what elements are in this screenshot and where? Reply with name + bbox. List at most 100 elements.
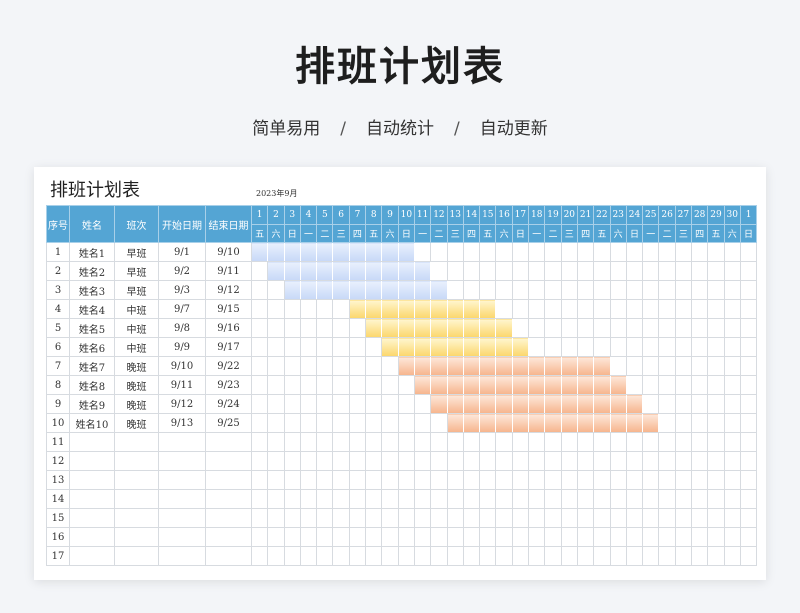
- day-cell[interactable]: [723, 375, 741, 395]
- shift-cell[interactable]: [114, 489, 159, 509]
- name-cell[interactable]: [69, 546, 115, 566]
- row-number-cell[interactable]: 6: [46, 337, 70, 357]
- name-cell[interactable]: [69, 432, 115, 452]
- day-cell[interactable]: [723, 432, 741, 452]
- schedule-bar-cell[interactable]: [381, 337, 399, 357]
- day-cell[interactable]: [267, 375, 285, 395]
- day-cell[interactable]: [593, 299, 611, 319]
- day-cell[interactable]: [691, 432, 709, 452]
- schedule-bar-cell[interactable]: [430, 375, 448, 395]
- day-cell[interactable]: [479, 489, 497, 509]
- day-cell[interactable]: [397, 375, 415, 395]
- day-cell[interactable]: [267, 470, 285, 490]
- day-cell[interactable]: [625, 299, 644, 319]
- day-cell[interactable]: [560, 432, 578, 452]
- day-cell[interactable]: [593, 432, 611, 452]
- schedule-bar-cell[interactable]: [463, 356, 480, 376]
- day-cell[interactable]: [739, 356, 758, 376]
- day-cell[interactable]: [348, 508, 367, 528]
- day-cell[interactable]: [479, 451, 497, 471]
- day-cell[interactable]: [316, 375, 334, 395]
- day-cell[interactable]: [250, 413, 269, 433]
- end-date-cell[interactable]: 9/24: [205, 394, 252, 414]
- day-cell[interactable]: [560, 280, 578, 300]
- day-cell[interactable]: [348, 527, 367, 547]
- day-cell[interactable]: [691, 318, 709, 338]
- day-cell[interactable]: [576, 470, 595, 490]
- day-cell[interactable]: [511, 280, 530, 300]
- day-cell[interactable]: [365, 394, 383, 414]
- day-cell[interactable]: [658, 318, 676, 338]
- day-cell[interactable]: [479, 508, 497, 528]
- day-cell[interactable]: [560, 318, 578, 338]
- day-cell[interactable]: [365, 451, 383, 471]
- day-cell[interactable]: [283, 527, 301, 547]
- day-cell[interactable]: [283, 470, 301, 490]
- name-cell[interactable]: 姓名10: [69, 413, 115, 433]
- schedule-bar-cell[interactable]: [463, 413, 480, 433]
- day-cell[interactable]: [642, 470, 660, 490]
- day-cell[interactable]: [250, 432, 269, 452]
- day-cell[interactable]: [495, 489, 513, 509]
- day-cell[interactable]: [625, 280, 644, 300]
- day-cell[interactable]: [250, 375, 269, 395]
- day-cell[interactable]: [625, 451, 644, 471]
- day-cell[interactable]: [609, 318, 627, 338]
- start-date-cell[interactable]: [158, 508, 206, 528]
- day-cell[interactable]: [299, 394, 318, 414]
- day-cell[interactable]: [707, 394, 725, 414]
- schedule-bar-cell[interactable]: [381, 280, 399, 300]
- day-cell[interactable]: [267, 432, 285, 452]
- day-cell[interactable]: [528, 432, 546, 452]
- schedule-bar-cell[interactable]: [316, 280, 333, 300]
- start-date-cell[interactable]: 9/7: [158, 299, 206, 319]
- name-cell[interactable]: [69, 508, 115, 528]
- day-cell[interactable]: [560, 299, 578, 319]
- day-cell[interactable]: [365, 413, 383, 433]
- day-cell[interactable]: [674, 546, 693, 566]
- day-cell[interactable]: [544, 470, 562, 490]
- schedule-bar-cell[interactable]: [561, 413, 578, 433]
- day-cell[interactable]: [625, 527, 644, 547]
- day-cell[interactable]: [348, 432, 367, 452]
- day-cell[interactable]: [267, 337, 285, 357]
- day-cell[interactable]: [283, 508, 301, 528]
- day-cell[interactable]: [544, 527, 562, 547]
- day-cell[interactable]: [316, 508, 334, 528]
- day-cell[interactable]: [283, 337, 301, 357]
- day-cell[interactable]: [413, 527, 432, 547]
- day-cell[interactable]: [446, 432, 464, 452]
- day-cell[interactable]: [267, 451, 285, 471]
- day-cell[interactable]: [250, 546, 269, 566]
- day-cell[interactable]: [528, 299, 546, 319]
- day-cell[interactable]: [283, 413, 301, 433]
- day-cell[interactable]: [528, 470, 546, 490]
- day-cell[interactable]: [560, 337, 578, 357]
- day-cell[interactable]: [462, 451, 481, 471]
- day-cell[interactable]: [707, 508, 725, 528]
- schedule-bar-cell[interactable]: [626, 394, 643, 414]
- day-cell[interactable]: [365, 337, 383, 357]
- start-date-cell[interactable]: 9/2: [158, 261, 206, 281]
- day-cell[interactable]: [479, 470, 497, 490]
- day-cell[interactable]: [511, 242, 530, 262]
- schedule-bar-cell[interactable]: [447, 356, 464, 376]
- day-cell[interactable]: [381, 489, 399, 509]
- day-cell[interactable]: [528, 546, 546, 566]
- schedule-bar-cell[interactable]: [430, 356, 448, 376]
- day-cell[interactable]: [691, 546, 709, 566]
- schedule-bar-cell[interactable]: [544, 356, 562, 376]
- schedule-bar-cell[interactable]: [414, 280, 431, 300]
- day-cell[interactable]: [528, 489, 546, 509]
- name-cell[interactable]: 姓名3: [69, 280, 115, 300]
- day-cell[interactable]: [674, 394, 693, 414]
- schedule-bar-cell[interactable]: [593, 394, 611, 414]
- day-cell[interactable]: [609, 508, 627, 528]
- day-cell[interactable]: [250, 337, 269, 357]
- schedule-bar-cell[interactable]: [495, 318, 513, 338]
- day-cell[interactable]: [332, 508, 350, 528]
- shift-cell[interactable]: 中班: [114, 299, 159, 319]
- row-number-cell[interactable]: 7: [46, 356, 70, 376]
- day-cell[interactable]: [299, 318, 318, 338]
- day-cell[interactable]: [739, 394, 758, 414]
